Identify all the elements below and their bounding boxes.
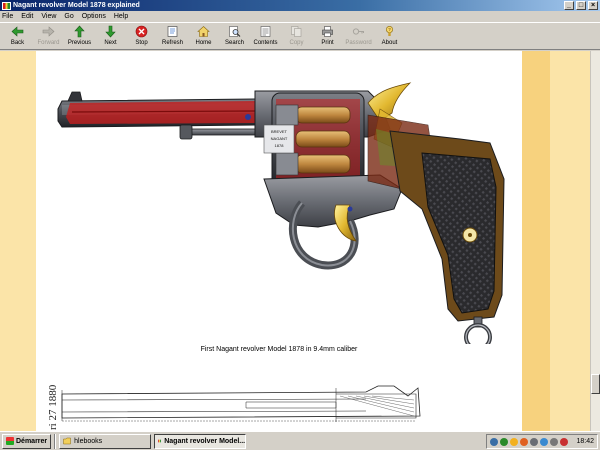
copy-icon (291, 26, 302, 37)
tray-icon-display[interactable] (530, 437, 538, 446)
maximize-button[interactable]: □ (576, 1, 586, 10)
refresh-icon (167, 26, 178, 37)
stop-label: Stop (135, 40, 148, 46)
previous-button[interactable]: Previous (64, 23, 95, 50)
menu-edit[interactable]: Edit (21, 13, 33, 20)
drawing-label: ri 27 1880 (47, 384, 59, 430)
contents-icon (260, 26, 271, 37)
menu-options[interactable]: Options (82, 13, 106, 20)
help-viewer-window: Nagant revolver Model 1878 explained _ □… (0, 0, 600, 450)
key-icon (352, 28, 364, 35)
contents-label: Contents (253, 40, 278, 46)
forward-label: Forward (37, 40, 60, 46)
down-arrow-icon (105, 25, 116, 38)
next-button[interactable]: Next (95, 23, 126, 50)
tray-icon-firefox[interactable] (520, 437, 528, 446)
figure-caption: First Nagant revolver Model 1878 in 9.4m… (200, 346, 358, 353)
system-tray: 18:42 (486, 434, 598, 449)
copy-label: Copy (289, 40, 304, 46)
search-button[interactable]: Search (219, 23, 250, 50)
app-icon[interactable] (2, 1, 11, 10)
folder-icon (63, 437, 71, 445)
taskbar: Démarrer hlebooks Nagant revolver Model.… (0, 431, 600, 450)
up-arrow-icon (74, 25, 85, 38)
stop-button[interactable]: Stop (126, 23, 157, 50)
right-margin-inner (522, 51, 550, 431)
tray-icon-volume[interactable] (550, 437, 558, 446)
password-label: Password (345, 40, 372, 46)
tray-icon-antivirus[interactable] (500, 437, 508, 446)
toolbar: Back Forward Previous Next Stop Refresh … (0, 22, 600, 50)
window-title: Nagant revolver Model 1878 explained (13, 2, 140, 9)
home-icon (197, 26, 210, 37)
stamp-line-2: NAGANT (271, 136, 288, 141)
print-label: Print (321, 40, 334, 46)
back-button[interactable]: Back (2, 23, 33, 50)
clock[interactable]: 18:42 (576, 438, 594, 445)
print-icon (322, 26, 333, 37)
revolver-illustration: BREVET NAGANT 1878 (57, 82, 505, 344)
stop-icon (135, 25, 148, 38)
minimize-button[interactable]: _ (564, 1, 574, 10)
password-button[interactable]: Password (343, 23, 374, 50)
forward-arrow-icon (42, 26, 55, 37)
menu-go[interactable]: Go (64, 13, 73, 20)
contents-button[interactable]: Contents (250, 23, 281, 50)
stamp-line-3: 1878 (275, 143, 285, 148)
back-label: Back (10, 40, 25, 46)
taskbar-item-hlebooks[interactable]: hlebooks (59, 433, 152, 449)
taskbar-separator (54, 433, 57, 449)
menu-help[interactable]: Help (114, 13, 128, 20)
start-button[interactable]: Démarrer (2, 433, 52, 449)
tray-icon-messenger[interactable] (540, 437, 548, 446)
about-icon: ? (385, 25, 394, 36)
taskbar-item-nagant[interactable]: Nagant revolver Model... (154, 433, 247, 449)
left-margin (0, 51, 36, 431)
about-button[interactable]: ? About (374, 23, 405, 50)
task-label: hlebooks (74, 437, 103, 445)
copy-button[interactable]: Copy (281, 23, 312, 50)
stamp-line-1: BREVET (271, 129, 288, 134)
next-label: Next (104, 40, 117, 46)
tray-icon-update[interactable] (510, 437, 518, 446)
search-icon (229, 26, 241, 37)
vertical-scrollbar[interactable] (590, 51, 600, 431)
forward-button[interactable]: Forward (33, 23, 64, 50)
document-page: BREVET NAGANT 1878 First Nagant revolver… (36, 51, 522, 431)
start-label: Démarrer (16, 437, 48, 445)
menu-view[interactable]: View (41, 13, 56, 20)
close-button[interactable]: × (588, 1, 598, 10)
windows-flag-icon (6, 437, 14, 445)
tray-icon-network[interactable] (490, 437, 498, 446)
menu-bar: File Edit View Go Options Help (0, 11, 600, 22)
home-label: Home (195, 40, 212, 46)
right-margin (522, 51, 590, 431)
task-label: Nagant revolver Model... (164, 437, 246, 445)
content-pane[interactable]: BREVET NAGANT 1878 First Nagant revolver… (0, 51, 590, 431)
search-label: Search (224, 40, 244, 46)
technical-drawing: ri 27 1880 (47, 384, 421, 430)
home-button[interactable]: Home (188, 23, 219, 50)
help-book-icon (158, 439, 162, 443)
tray-icon-security[interactable] (560, 437, 568, 446)
refresh-button[interactable]: Refresh (157, 23, 188, 50)
print-button[interactable]: Print (312, 23, 343, 50)
refresh-label: Refresh (161, 40, 183, 46)
menu-file[interactable]: File (2, 13, 13, 20)
about-label: About (381, 40, 398, 46)
back-arrow-icon (11, 26, 24, 37)
title-bar[interactable]: Nagant revolver Model 1878 explained _ □… (0, 0, 600, 11)
scrollbar-thumb[interactable] (591, 374, 600, 394)
previous-label: Previous (67, 40, 92, 46)
